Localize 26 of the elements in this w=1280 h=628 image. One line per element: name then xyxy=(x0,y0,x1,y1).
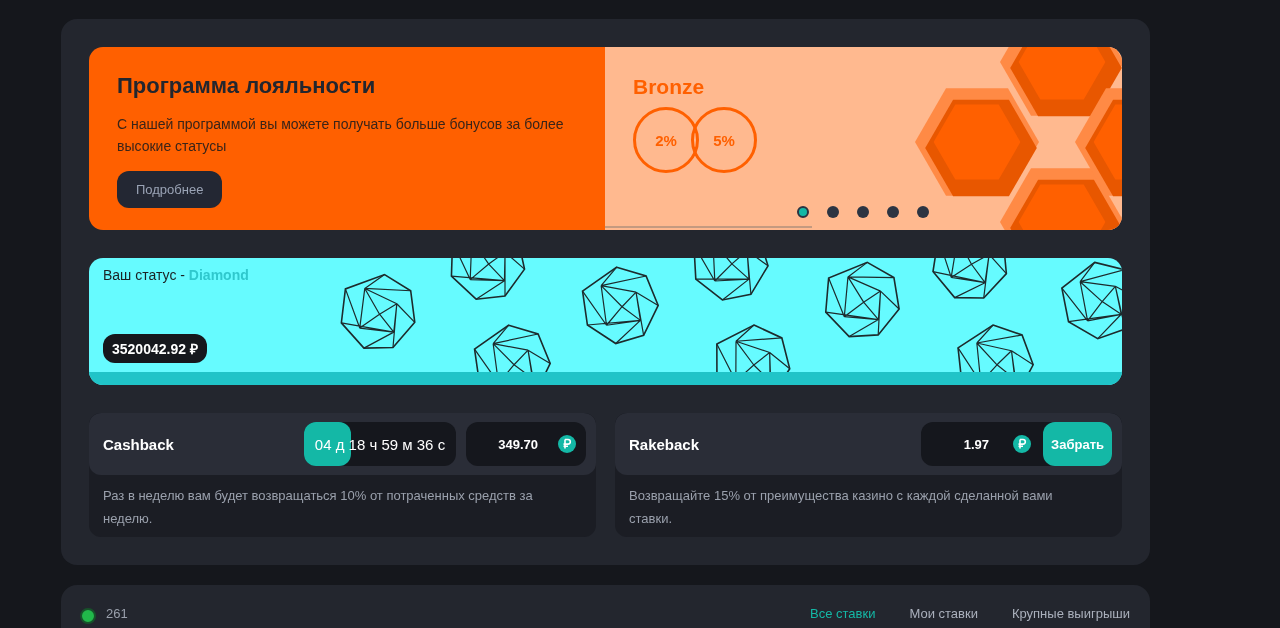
reward-title: Rakeback xyxy=(629,435,701,453)
details-button[interactable]: Подробнее xyxy=(117,171,223,208)
reward-description: Возвращайте 15% от преимущества казино с каждой сделанной вами ставки. xyxy=(628,487,1054,528)
balance-badge: 3520042.92 ₽ xyxy=(103,334,207,363)
reward-description: Раз в неделю вам будет возвращаться 10% от потраченных средств за неделю. xyxy=(102,487,534,528)
amount-value: 1.97 xyxy=(963,436,990,452)
ruble-icon xyxy=(558,435,576,453)
carousel-dot[interactable] xyxy=(827,206,839,218)
percent-circle: 5% xyxy=(691,107,757,173)
carousel-dot[interactable] xyxy=(887,206,899,218)
online-indicator xyxy=(80,608,96,624)
bets-tab[interactable]: Мои ставки xyxy=(909,606,978,621)
banner-description: С нашей программой вы можете получать больше бонусов за более высокие статусы xyxy=(117,115,565,156)
carousel-dot[interactable] xyxy=(857,206,869,218)
status-text: Ваш статус - Diamond xyxy=(102,266,250,283)
reward-title: Cashback xyxy=(103,435,175,453)
ruble-icon xyxy=(1013,435,1032,453)
online-count: 261 xyxy=(106,606,128,621)
amount-value: 349.70 xyxy=(498,436,538,452)
carousel-dot[interactable] xyxy=(917,206,929,218)
banner-title: Программа лояльности xyxy=(117,73,377,99)
bets-tab[interactable]: Крупные выигрыши xyxy=(1011,606,1130,621)
carousel-dot[interactable] xyxy=(797,206,809,218)
bets-tab[interactable]: Все ставки xyxy=(810,606,876,621)
percent-circle: 2% xyxy=(633,107,699,173)
tier-name: Bronze xyxy=(633,75,706,99)
